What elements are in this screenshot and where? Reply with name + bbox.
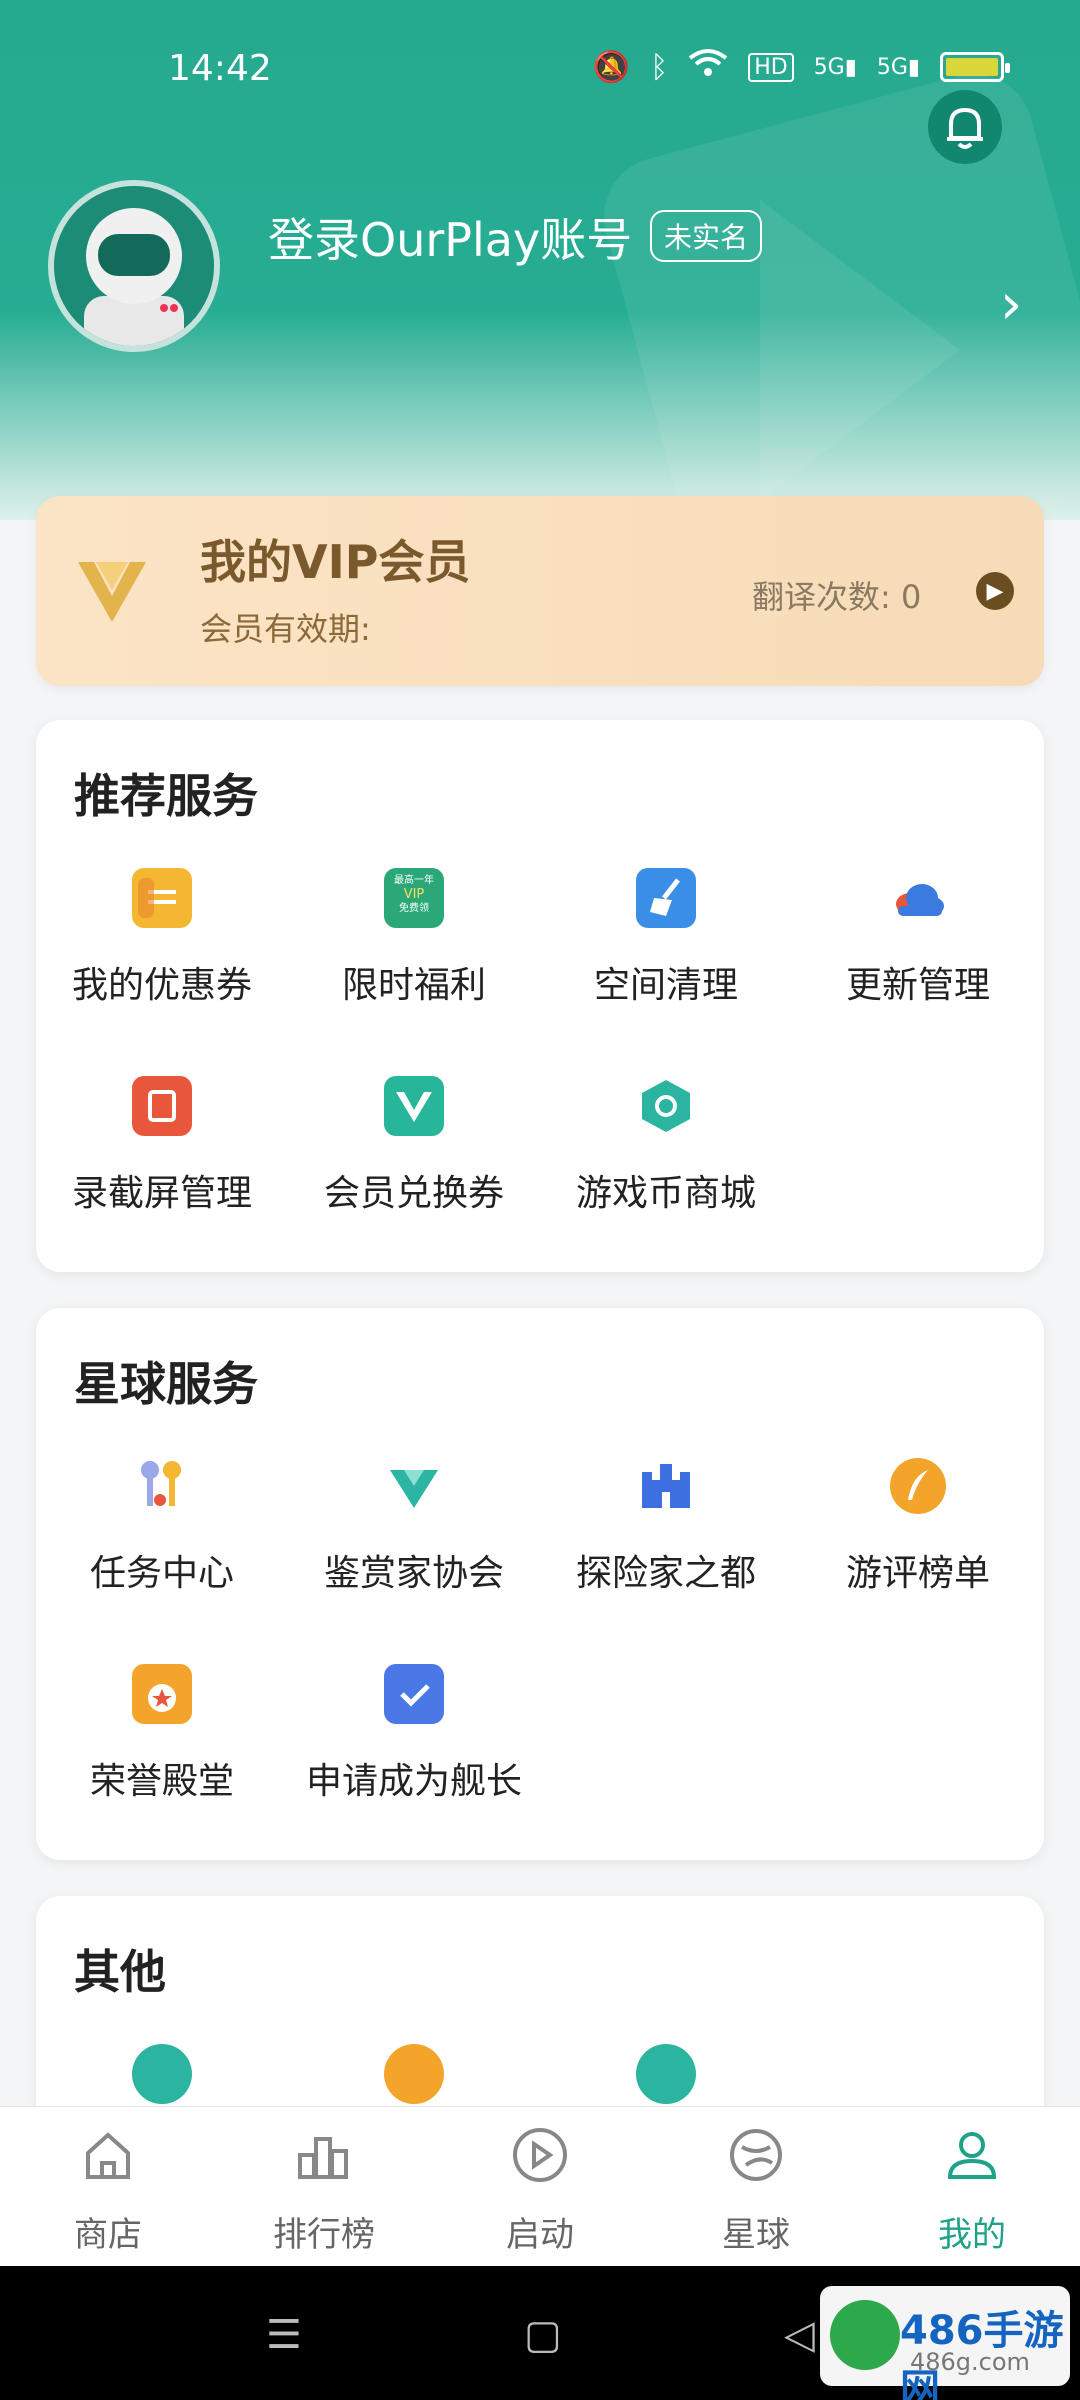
keys-icon bbox=[132, 1456, 192, 1516]
service-space-cleanup[interactable]: 空间清理 bbox=[540, 868, 792, 1076]
status-bar: 14:42 🔕 ᛒ HD 5G▮ 5G▮ bbox=[0, 0, 1080, 130]
signal-5g-icon: 5G▮ bbox=[813, 54, 857, 80]
diamond-icon bbox=[384, 1456, 444, 1516]
user-icon bbox=[947, 2132, 997, 2179]
tab-label: 我的 bbox=[938, 2215, 1006, 2255]
menu-icon[interactable]: ☰ bbox=[266, 2312, 302, 2358]
service-label: 限时福利 bbox=[341, 965, 486, 1006]
service-label: 更新管理 bbox=[845, 965, 990, 1006]
service-label: 录截屏管理 bbox=[71, 1173, 252, 1214]
watermark-url: 486g.com bbox=[910, 2348, 1030, 2376]
section-title: 其他 bbox=[74, 1945, 166, 1999]
alarm-off-icon: 🔕 bbox=[592, 49, 631, 85]
service-label: 任务中心 bbox=[89, 1553, 234, 1594]
service-label: 游戏币商城 bbox=[575, 1173, 756, 1214]
rank-icon bbox=[298, 2137, 348, 2179]
vip-expiry-label: 会员有效期: bbox=[200, 610, 371, 648]
tab-store[interactable]: 商店 bbox=[0, 2125, 216, 2256]
feather-icon bbox=[888, 1456, 948, 1516]
header-play-decoration bbox=[760, 200, 960, 500]
badge-line: VIP bbox=[403, 887, 425, 902]
service-label: 游评榜单 bbox=[845, 1553, 990, 1594]
service-review-ranking[interactable]: 游评榜单 bbox=[792, 1456, 1044, 1664]
settings-icon bbox=[132, 2044, 192, 2104]
service-label: 鉴赏家协会 bbox=[323, 1553, 504, 1594]
planet-icon bbox=[730, 2129, 782, 2181]
badge-line: 免费领 bbox=[399, 903, 429, 914]
bluetooth-icon: ᛒ bbox=[650, 49, 669, 85]
vip-title: 我的VIP会员 bbox=[200, 535, 471, 589]
service-hall-of-fame[interactable]: 荣誉殿堂 bbox=[36, 1664, 288, 1872]
tab-launch[interactable]: 启动 bbox=[432, 2125, 648, 2256]
service-task-center[interactable]: 任务中心 bbox=[36, 1456, 288, 1664]
tab-label: 星球 bbox=[722, 2215, 790, 2255]
medal-icon bbox=[132, 1664, 192, 1724]
translate-count: 0 bbox=[900, 578, 922, 616]
service-update-management[interactable]: 更新管理 bbox=[792, 868, 1044, 1076]
badge-line: 最高一年 bbox=[394, 875, 434, 886]
verification-badge: 未实名 bbox=[650, 210, 763, 262]
notification-bell-button[interactable] bbox=[928, 90, 1002, 164]
section-title: 推荐服务 bbox=[74, 769, 258, 823]
astronaut-icon bbox=[54, 186, 214, 346]
profile-header: 14:42 🔕 ᛒ HD 5G▮ 5G▮ 登录OurPlay账号 未实名 › bbox=[0, 0, 1080, 520]
checkbox-icon bbox=[384, 1664, 444, 1724]
vip-logo-icon bbox=[78, 562, 146, 622]
bell-icon bbox=[947, 107, 983, 149]
service-apply-captain[interactable]: 申请成为舰长 bbox=[288, 1664, 540, 1872]
service-vip-voucher[interactable]: 会员兑换券 bbox=[288, 1076, 540, 1284]
service-label: 空间清理 bbox=[593, 965, 738, 1006]
service-limited-benefits[interactable]: 最高一年 VIP 免费领 限时福利 bbox=[288, 868, 540, 1076]
service-label: 我的优惠券 bbox=[71, 965, 252, 1006]
recommended-services-card: 推荐服务 我的优惠券 最高一年 VIP 免费领 限时福利 空间清理 更新管理 录… bbox=[36, 720, 1044, 1272]
service-label: 会员兑换券 bbox=[323, 1173, 504, 1214]
wifi-icon bbox=[688, 48, 728, 86]
service-explorer-city[interactable]: 探险家之都 bbox=[540, 1456, 792, 1664]
login-link[interactable]: 登录OurPlay账号 bbox=[268, 204, 632, 270]
status-time: 14:42 bbox=[168, 48, 272, 89]
service-label: 荣誉殿堂 bbox=[89, 1761, 234, 1802]
tab-planet[interactable]: 星球 bbox=[648, 2125, 864, 2256]
hd-icon: HD bbox=[748, 52, 794, 82]
robot-icon bbox=[636, 2044, 696, 2104]
service-connoisseur-club[interactable]: 鉴赏家协会 bbox=[288, 1456, 540, 1664]
castle-icon bbox=[636, 1456, 696, 1516]
status-icons: 🔕 ᛒ HD 5G▮ 5G▮ bbox=[592, 48, 1010, 86]
service-screen-record[interactable]: 录截屏管理 bbox=[36, 1076, 288, 1284]
tab-label: 排行榜 bbox=[273, 2215, 375, 2255]
translate-count-label: 翻译次数: 0 bbox=[752, 578, 922, 616]
tab-ranking[interactable]: 排行榜 bbox=[216, 2125, 432, 2256]
signal-5g-icon: 5G▮ bbox=[876, 54, 920, 80]
vip-gift-icon: 最高一年 VIP 免费领 bbox=[384, 868, 444, 928]
tab-label: 商店 bbox=[74, 2215, 142, 2255]
bottom-tab-bar: 商店 排行榜 启动 星球 我的 bbox=[0, 2106, 1080, 2266]
watermark-logo-icon bbox=[830, 2300, 900, 2370]
headset-icon bbox=[384, 2044, 444, 2104]
vip-ticket-icon bbox=[384, 1076, 444, 1136]
broom-icon bbox=[636, 868, 696, 928]
play-icon bbox=[513, 2128, 567, 2182]
battery-icon bbox=[940, 52, 1010, 82]
back-icon[interactable]: ◁ bbox=[784, 2312, 815, 2358]
home-icon bbox=[86, 2132, 130, 2179]
section-title: 星球服务 bbox=[74, 1357, 258, 1411]
vip-arrow-button[interactable]: ▶ bbox=[976, 572, 1014, 610]
chevron-right-icon[interactable]: › bbox=[1000, 272, 1022, 337]
screenshot-icon bbox=[132, 1076, 192, 1136]
service-my-coupons[interactable]: 我的优惠券 bbox=[36, 868, 288, 1076]
planet-services-card: 星球服务 任务中心 鉴赏家协会 探险家之都 游评榜单 荣誉殿堂 申请成为舰长 bbox=[36, 1308, 1044, 1860]
coin-icon bbox=[636, 1076, 696, 1136]
tab-label: 启动 bbox=[506, 2215, 574, 2255]
avatar[interactable] bbox=[48, 180, 220, 352]
tab-mine[interactable]: 我的 bbox=[864, 2125, 1080, 2256]
watermark-logo: 486手游网 486g.com bbox=[820, 2286, 1070, 2400]
home-button-icon[interactable]: ▢ bbox=[524, 2312, 562, 2358]
vip-card[interactable]: 我的VIP会员 会员有效期: 翻译次数: 0 ▶ bbox=[36, 496, 1044, 686]
service-label: 申请成为舰长 bbox=[305, 1761, 522, 1802]
service-label: 探险家之都 bbox=[575, 1553, 756, 1594]
cloud-icon bbox=[888, 868, 948, 928]
coupon-icon bbox=[132, 868, 192, 928]
service-coin-mall[interactable]: 游戏币商城 bbox=[540, 1076, 792, 1284]
